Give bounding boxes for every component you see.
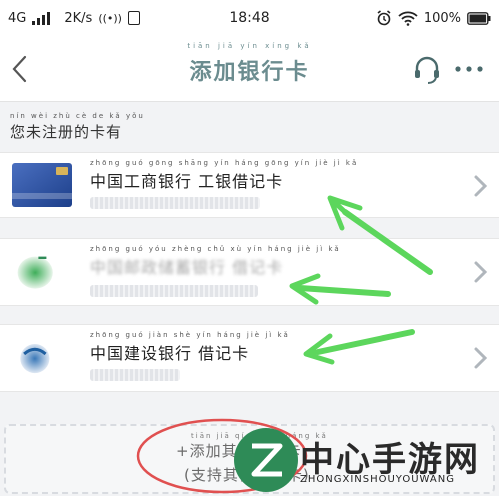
masked-card-number — [90, 285, 258, 297]
more-button[interactable] — [452, 58, 486, 80]
chevron-left-icon — [12, 55, 27, 83]
signal-icon — [32, 11, 51, 25]
card-title: 中国建设银行 借记卡 — [90, 344, 250, 363]
customer-service-button[interactable] — [410, 52, 444, 86]
psbc-logo-icon — [17, 256, 53, 289]
chevron-right-icon — [474, 347, 488, 369]
network-type: 4G — [8, 10, 27, 26]
unregistered-cards-section: nín wèi zhù cè de kǎ yǒu 您未注册的卡有 — [10, 112, 145, 142]
card-title-pinyin: zhōng guó jiàn shè yín háng jiè jì kǎ — [90, 331, 290, 339]
bank-card-row-psbc[interactable]: zhōng guó yóu zhèng chǔ xù yín háng jiè … — [0, 238, 499, 306]
card-title: 中国邮政储蓄银行 借记卡 — [90, 258, 284, 277]
masked-card-number — [90, 369, 180, 381]
card-title: 中国工商银行 工银借记卡 — [90, 172, 284, 191]
network-speed: 2K/s — [64, 10, 93, 26]
ccb-logo-icon — [20, 343, 50, 374]
navigation-bar: tiān jiā yín xíng kǎ 添加银行卡 — [0, 36, 499, 102]
battery-level: 100% — [423, 10, 461, 26]
back-button[interactable] — [6, 52, 36, 86]
watermark-subtext: ZHONGXINSHOUYOUWANG — [300, 474, 455, 485]
battery-icon — [467, 11, 491, 25]
bank-card-row-ccb[interactable]: zhōng guó jiàn shè yín háng jiè jì kǎ 中国… — [0, 324, 499, 392]
section-label-pinyin: nín wèi zhù cè de kǎ yǒu — [10, 112, 145, 120]
more-dots-icon — [455, 66, 483, 72]
add-card-label: +添加其他银行卡 — [176, 442, 302, 460]
icbc-card-icon — [12, 163, 72, 207]
add-card-subtitle: (支持其他银行卡) — [184, 466, 310, 484]
bank-card-row-icbc[interactable]: zhōng guó gōng shāng yín háng gōng yín j… — [0, 152, 499, 218]
chevron-right-icon — [474, 261, 488, 283]
card-title-pinyin: zhōng guó yóu zhèng chǔ xù yín háng jiè … — [90, 245, 341, 253]
masked-card-number — [90, 197, 260, 209]
chevron-right-icon — [474, 175, 488, 197]
hotspot-icon: ((•)) — [98, 11, 122, 25]
status-bar: 4G 2K/s ((•)) 18:48 100% — [0, 0, 499, 36]
section-label: 您未注册的卡有 — [10, 123, 123, 141]
alarm-icon — [377, 10, 391, 26]
usb-icon — [127, 11, 140, 25]
headset-icon — [415, 56, 439, 84]
card-title-pinyin: zhōng guó gōng shāng yín háng gōng yín j… — [90, 159, 359, 167]
wifi-icon — [398, 11, 418, 26]
page-title-pinyin: tiān jiā yín xíng kǎ — [187, 42, 312, 50]
